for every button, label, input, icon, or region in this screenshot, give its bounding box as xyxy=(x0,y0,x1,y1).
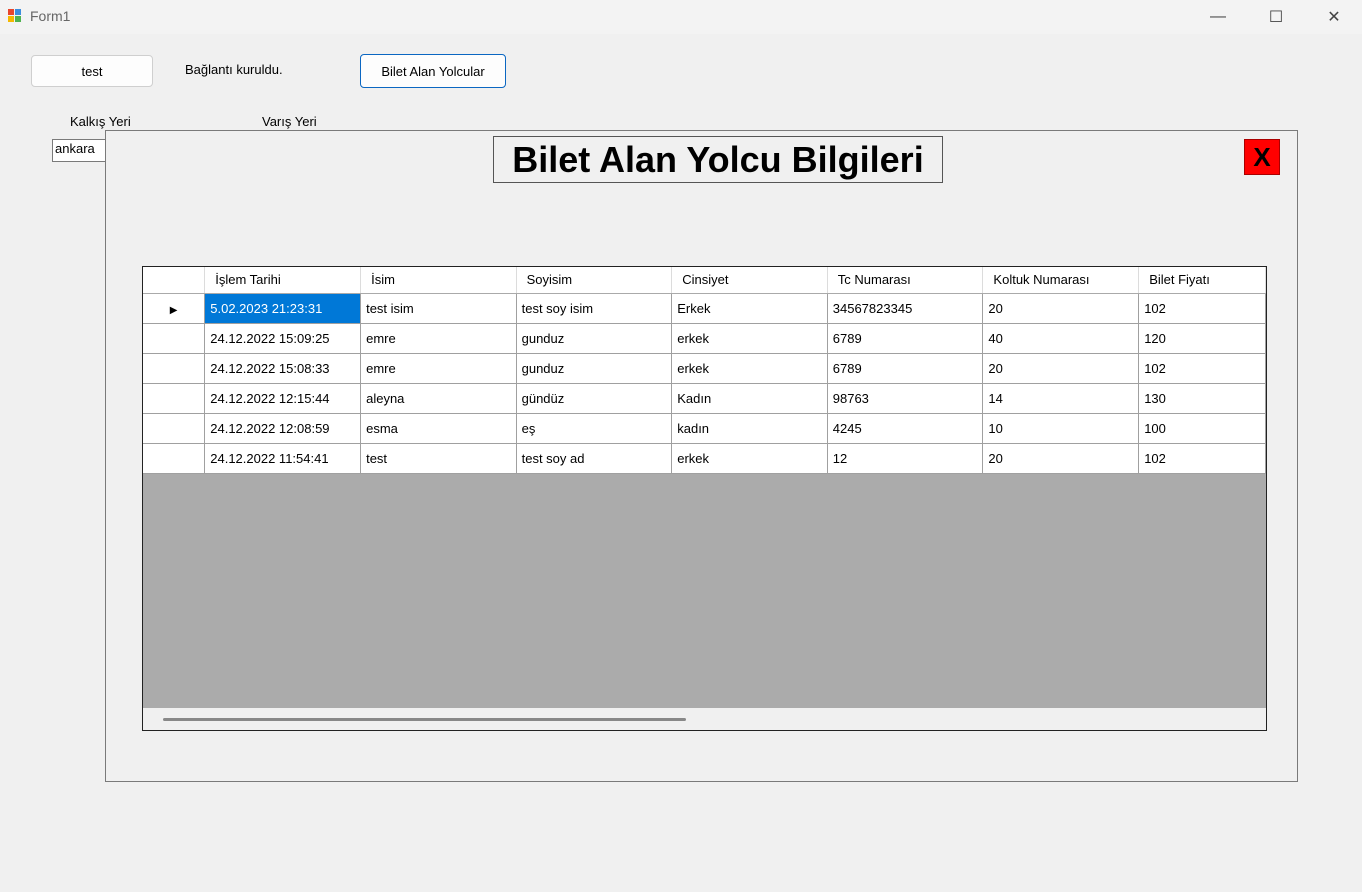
window-titlebar: Form1 — ☐ ✕ xyxy=(0,0,1362,34)
row-header[interactable] xyxy=(143,443,206,474)
table-cell[interactable]: 102 xyxy=(1138,443,1266,474)
table-cell[interactable]: erkek xyxy=(671,443,828,474)
column-header[interactable]: Koltuk Numarası xyxy=(982,267,1140,294)
passengers-table: İşlem Tarihi İsim Soyisim Cinsiyet Tc Nu… xyxy=(143,267,1266,474)
table-cell[interactable]: test xyxy=(360,443,517,474)
maximize-icon[interactable]: ☐ xyxy=(1247,0,1305,34)
table-cell[interactable]: erkek xyxy=(671,353,828,384)
passengers-button[interactable]: Bilet Alan Yolcular xyxy=(360,54,506,88)
row-header[interactable] xyxy=(143,353,206,384)
table-cell[interactable]: 24.12.2022 12:15:44 xyxy=(204,383,362,414)
triangle-right-icon: ▶ xyxy=(169,304,178,316)
connection-status-label: Bağlantı kuruldu. xyxy=(185,62,283,77)
table-cell[interactable]: 100 xyxy=(1138,413,1266,444)
row-header[interactable]: ▶ xyxy=(143,293,206,324)
panel-title: Bilet Alan Yolcu Bilgileri xyxy=(493,136,943,183)
table-cell[interactable]: 12 xyxy=(827,443,984,474)
app-form-icon xyxy=(8,9,22,23)
table-cell[interactable]: emre xyxy=(360,323,517,354)
table-cell[interactable]: erkek xyxy=(671,323,828,354)
row-header-corner xyxy=(143,267,206,294)
table-cell[interactable]: 24.12.2022 12:08:59 xyxy=(204,413,362,444)
table-row[interactable]: 24.12.2022 11:54:41 test test soy ad erk… xyxy=(143,443,1266,474)
table-cell[interactable]: test soy ad xyxy=(516,443,673,474)
row-header[interactable] xyxy=(143,413,206,444)
table-cell[interactable]: gunduz xyxy=(516,353,673,384)
table-cell[interactable]: Erkek xyxy=(671,293,828,324)
table-cell[interactable]: emre xyxy=(360,353,517,384)
column-header[interactable]: Soyisim xyxy=(516,267,673,294)
table-cell[interactable]: 24.12.2022 11:54:41 xyxy=(204,443,362,474)
column-header[interactable]: Bilet Fiyatı xyxy=(1138,267,1266,294)
departure-label: Kalkış Yeri xyxy=(70,114,131,129)
test-button[interactable]: test xyxy=(31,55,153,87)
table-cell[interactable]: eş xyxy=(516,413,673,444)
scrollbar-thumb[interactable] xyxy=(163,718,686,721)
close-window-icon[interactable]: ✕ xyxy=(1305,0,1362,34)
table-cell[interactable]: Kadın xyxy=(671,383,828,414)
table-row[interactable]: ▶ 5.02.2023 21:23:31 test isim test soy … xyxy=(143,293,1266,324)
table-cell[interactable]: test isim xyxy=(360,293,517,324)
close-panel-button[interactable]: X xyxy=(1244,139,1280,175)
column-header[interactable]: Cinsiyet xyxy=(671,267,828,294)
table-cell[interactable]: 130 xyxy=(1138,383,1266,414)
row-header[interactable] xyxy=(143,383,206,414)
passengers-grid[interactable]: İşlem Tarihi İsim Soyisim Cinsiyet Tc Nu… xyxy=(142,266,1267,731)
table-cell[interactable]: 20 xyxy=(982,353,1140,384)
table-cell[interactable]: 24.12.2022 15:08:33 xyxy=(204,353,362,384)
grid-header-row: İşlem Tarihi İsim Soyisim Cinsiyet Tc Nu… xyxy=(143,267,1266,294)
table-cell[interactable]: 34567823345 xyxy=(827,293,984,324)
table-cell[interactable]: gunduz xyxy=(516,323,673,354)
table-row[interactable]: 24.12.2022 12:15:44 aleyna gündüz Kadın … xyxy=(143,383,1266,414)
table-cell[interactable]: 24.12.2022 15:09:25 xyxy=(204,323,362,354)
table-cell[interactable]: gündüz xyxy=(516,383,673,414)
table-row[interactable]: 24.12.2022 15:08:33 emre gunduz erkek 67… xyxy=(143,353,1266,384)
column-header[interactable]: İşlem Tarihi xyxy=(204,267,362,294)
table-cell[interactable]: 10 xyxy=(982,413,1140,444)
table-cell[interactable]: 20 xyxy=(982,443,1140,474)
table-cell[interactable]: test soy isim xyxy=(516,293,673,324)
passenger-info-panel: Bilet Alan Yolcu Bilgileri X İşlem Tarih… xyxy=(105,130,1298,782)
row-header[interactable] xyxy=(143,323,206,354)
column-header[interactable]: İsim xyxy=(360,267,517,294)
table-cell[interactable]: 14 xyxy=(982,383,1140,414)
table-row[interactable]: 24.12.2022 15:09:25 emre gunduz erkek 67… xyxy=(143,323,1266,354)
table-cell[interactable]: 5.02.2023 21:23:31 xyxy=(204,293,362,324)
window-title: Form1 xyxy=(30,8,71,24)
table-cell[interactable]: 6789 xyxy=(827,323,984,354)
table-cell[interactable]: kadın xyxy=(671,413,828,444)
table-cell[interactable]: 40 xyxy=(982,323,1140,354)
column-header[interactable]: Tc Numarası xyxy=(827,267,984,294)
table-cell[interactable]: 20 xyxy=(982,293,1140,324)
table-cell[interactable]: 120 xyxy=(1138,323,1266,354)
table-cell[interactable]: 102 xyxy=(1138,293,1266,324)
horizontal-scrollbar[interactable] xyxy=(143,708,1266,730)
table-cell[interactable]: aleyna xyxy=(360,383,517,414)
table-cell[interactable]: 102 xyxy=(1138,353,1266,384)
table-cell[interactable]: 6789 xyxy=(827,353,984,384)
table-cell[interactable]: esma xyxy=(360,413,517,444)
table-cell[interactable]: 4245 xyxy=(827,413,984,444)
departure-input[interactable]: ankara xyxy=(52,139,108,162)
table-row[interactable]: 24.12.2022 12:08:59 esma eş kadın 4245 1… xyxy=(143,413,1266,444)
arrival-label: Varış Yeri xyxy=(262,114,317,129)
table-cell[interactable]: 98763 xyxy=(827,383,984,414)
minimize-icon[interactable]: — xyxy=(1189,0,1247,34)
